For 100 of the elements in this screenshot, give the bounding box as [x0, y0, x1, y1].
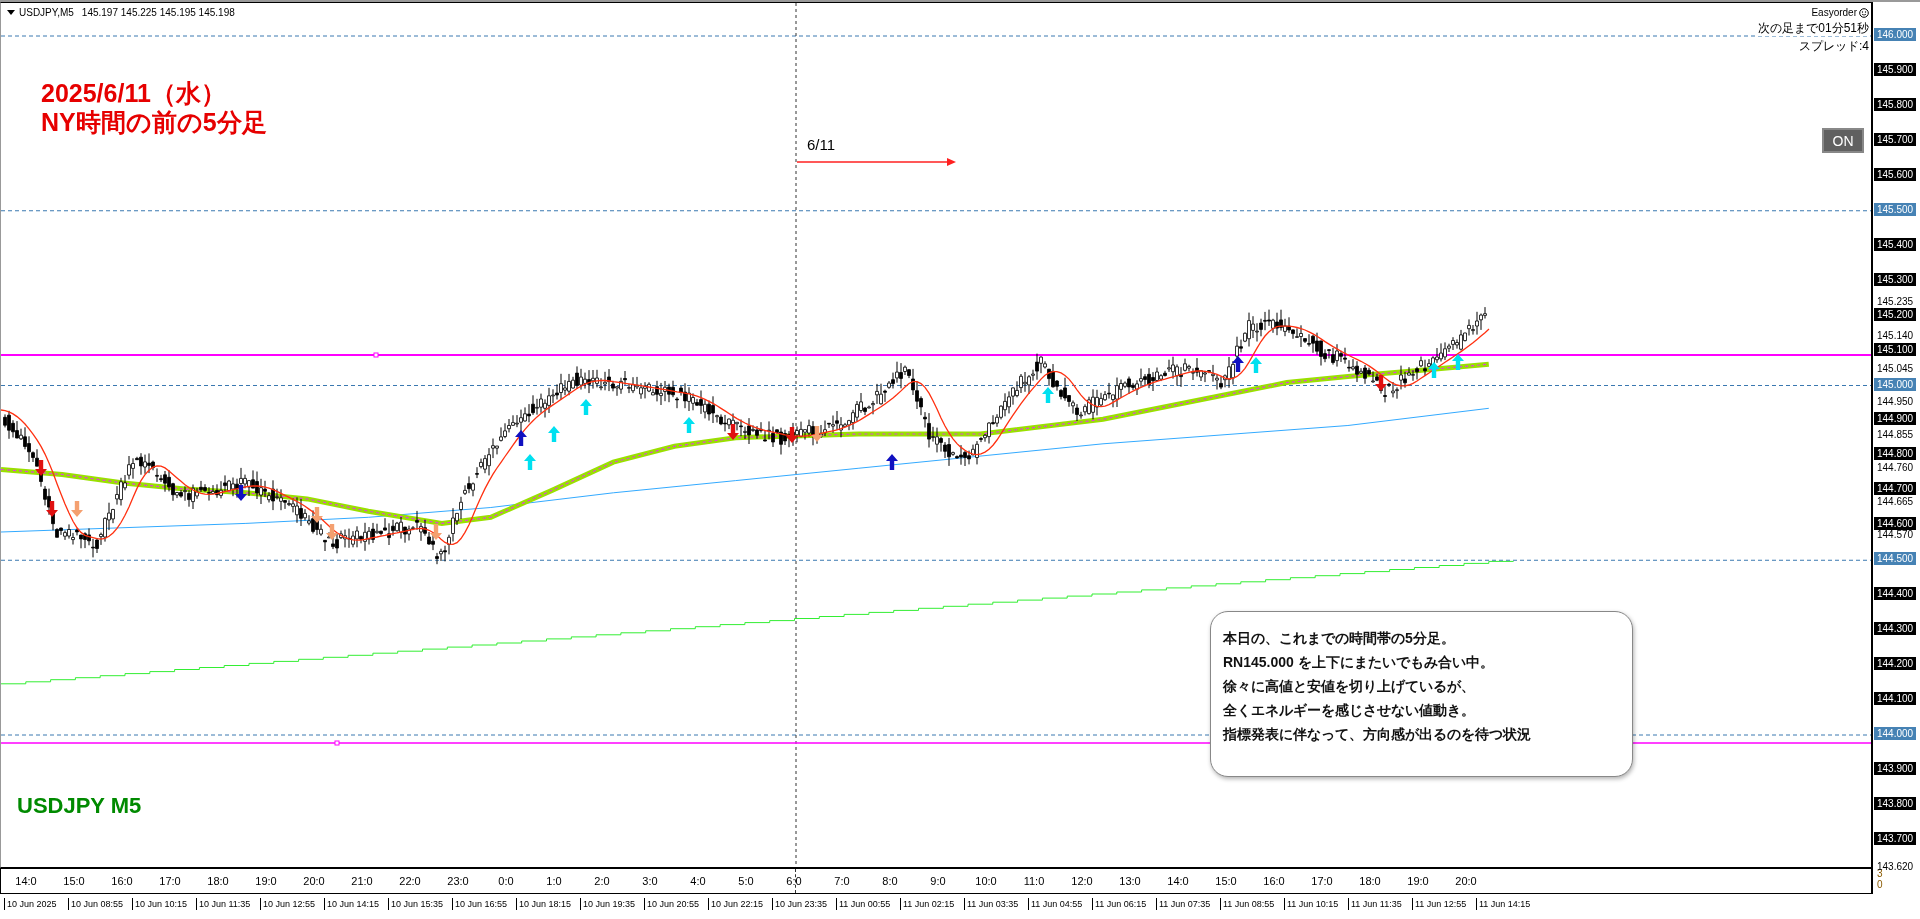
price-label: 144.300: [1874, 622, 1917, 636]
chart-title: 2025/6/11（水）: [41, 79, 227, 108]
time-label: 10 Jun 18:15: [516, 898, 580, 910]
hour-label: 12:0: [1070, 875, 1094, 887]
hour-label: 8:0: [881, 875, 899, 887]
price-label: 143.900: [1874, 761, 1917, 775]
time-label: 10 Jun 10:15: [132, 898, 196, 910]
hour-label: 18:0: [206, 875, 230, 887]
up-arrow-icon: [524, 454, 536, 470]
time-label: 10 Jun 23:35: [772, 898, 836, 910]
hour-label: 23:0: [446, 875, 470, 887]
indicator-scale-label: 0: [1877, 879, 1884, 890]
time-label: 11 Jun 02:15: [900, 898, 964, 910]
up-arrow-icon: [1250, 357, 1262, 373]
price-label: 145.235: [1876, 295, 1915, 309]
up-arrow-icon: [886, 454, 898, 470]
price-label: 144.700: [1874, 482, 1917, 496]
time-label: 10 Jun 22:15: [708, 898, 772, 910]
down-arrow-icon: [727, 424, 739, 440]
price-label: 144.400: [1874, 587, 1917, 601]
price-label: 144.500: [1874, 552, 1917, 566]
hour-label: 19:0: [1406, 875, 1430, 887]
price-label: 144.600: [1874, 517, 1917, 531]
up-arrow-icon: [683, 417, 695, 433]
down-arrow-icon: [35, 460, 47, 476]
up-arrow-icon: [515, 430, 527, 446]
up-arrow-icon: [580, 399, 592, 415]
hour-label: 17:0: [158, 875, 182, 887]
time-label: 10 Jun 19:35: [580, 898, 644, 910]
time-label: 10 Jun 15:35: [388, 898, 452, 910]
hour-label: 20:0: [302, 875, 326, 887]
dropdown-triangle-icon[interactable]: [7, 10, 15, 15]
price-quote: 145.197 145.225 145.195 145.198: [81, 7, 235, 18]
hour-label: 4:0: [689, 875, 707, 887]
hour-label: 21:0: [350, 875, 374, 887]
price-label: 145.700: [1874, 132, 1917, 146]
hour-label: 18:0: [1358, 875, 1382, 887]
hour-label: 6:0: [785, 875, 803, 887]
hour-label: 11:0: [1022, 875, 1046, 887]
up-arrow-icon: [1232, 356, 1244, 372]
price-label: 145.500: [1874, 202, 1917, 216]
price-label: 145.600: [1874, 167, 1917, 181]
price-label: 144.900: [1874, 412, 1917, 426]
hour-label: 15:0: [1214, 875, 1238, 887]
price-label: 143.800: [1874, 796, 1917, 810]
hour-label: 3:0: [641, 875, 659, 887]
up-arrow-icon: [548, 426, 560, 442]
time-label: 11 Jun 14:15: [1476, 898, 1540, 910]
hour-label: 20:0: [1454, 875, 1478, 887]
time-label: 10 Jun 2025: [4, 898, 68, 910]
symbol-label: USDJPY M5: [17, 793, 142, 819]
time-label: 11 Jun 10:15: [1284, 898, 1348, 910]
price-label: 145.900: [1874, 62, 1917, 76]
hour-label: 13:0: [1118, 875, 1142, 887]
down-arrow-icon: [235, 485, 247, 501]
hour-label: 17:0: [1310, 875, 1334, 887]
up-arrow-icon: [1042, 387, 1054, 403]
on-button[interactable]: ON: [1822, 128, 1864, 153]
price-label: 145.300: [1874, 272, 1917, 286]
hour-label: 9:0: [929, 875, 947, 887]
price-label: 144.100: [1874, 692, 1917, 706]
hour-label: 14:0: [14, 875, 38, 887]
brand-label: Easyorder: [1811, 7, 1857, 18]
time-label: 10 Jun 11:35: [196, 898, 260, 910]
down-arrow-icon: [786, 427, 798, 443]
note-line: 徐々に高値と安値を切り上げているが、: [1223, 677, 1475, 696]
down-arrow-icon: [46, 501, 58, 517]
price-label: 145.200: [1874, 307, 1917, 321]
price-label: 144.855: [1876, 428, 1915, 442]
level-line[interactable]: [1, 352, 1871, 358]
time-label: 10 Jun 20:55: [644, 898, 708, 910]
chart-symbol: USDJPY,M5: [19, 7, 74, 18]
price-label: 145.045: [1876, 361, 1915, 375]
price-label: 145.400: [1874, 237, 1917, 251]
up-arrow-icon: [1428, 362, 1440, 378]
indicator-scale-label: 3: [1877, 868, 1883, 879]
time-label: 11 Jun 08:55: [1220, 898, 1284, 910]
time-label: 11 Jun 03:35: [964, 898, 1028, 910]
hour-label: 7:0: [833, 875, 851, 887]
price-label: 146.000: [1874, 28, 1917, 41]
price-label: 144.665: [1876, 494, 1915, 508]
time-label: 11 Jun 06:15: [1092, 898, 1156, 910]
down-arrow-icon: [430, 524, 442, 540]
price-label: 144.760: [1876, 461, 1915, 475]
down-arrow-icon: [326, 524, 338, 540]
price-label: 145.800: [1874, 97, 1917, 111]
time-label: 11 Jun 00:55: [836, 898, 900, 910]
hour-label: 22:0: [398, 875, 422, 887]
hour-label: 15:0: [62, 875, 86, 887]
note-line: 全くエネルギーを感じさせない値動き。: [1223, 701, 1475, 720]
price-label: 143.700: [1874, 831, 1917, 845]
hour-label: 1:0: [545, 875, 563, 887]
down-arrow-icon: [811, 426, 823, 442]
price-label: 145.140: [1876, 328, 1915, 342]
hour-label: 16:0: [1262, 875, 1286, 887]
price-label: 144.950: [1876, 394, 1915, 408]
hour-label: 16:0: [110, 875, 134, 887]
down-arrow-icon: [1375, 375, 1387, 391]
price-label: 144.200: [1874, 657, 1917, 671]
price-label: 144.800: [1874, 447, 1917, 461]
